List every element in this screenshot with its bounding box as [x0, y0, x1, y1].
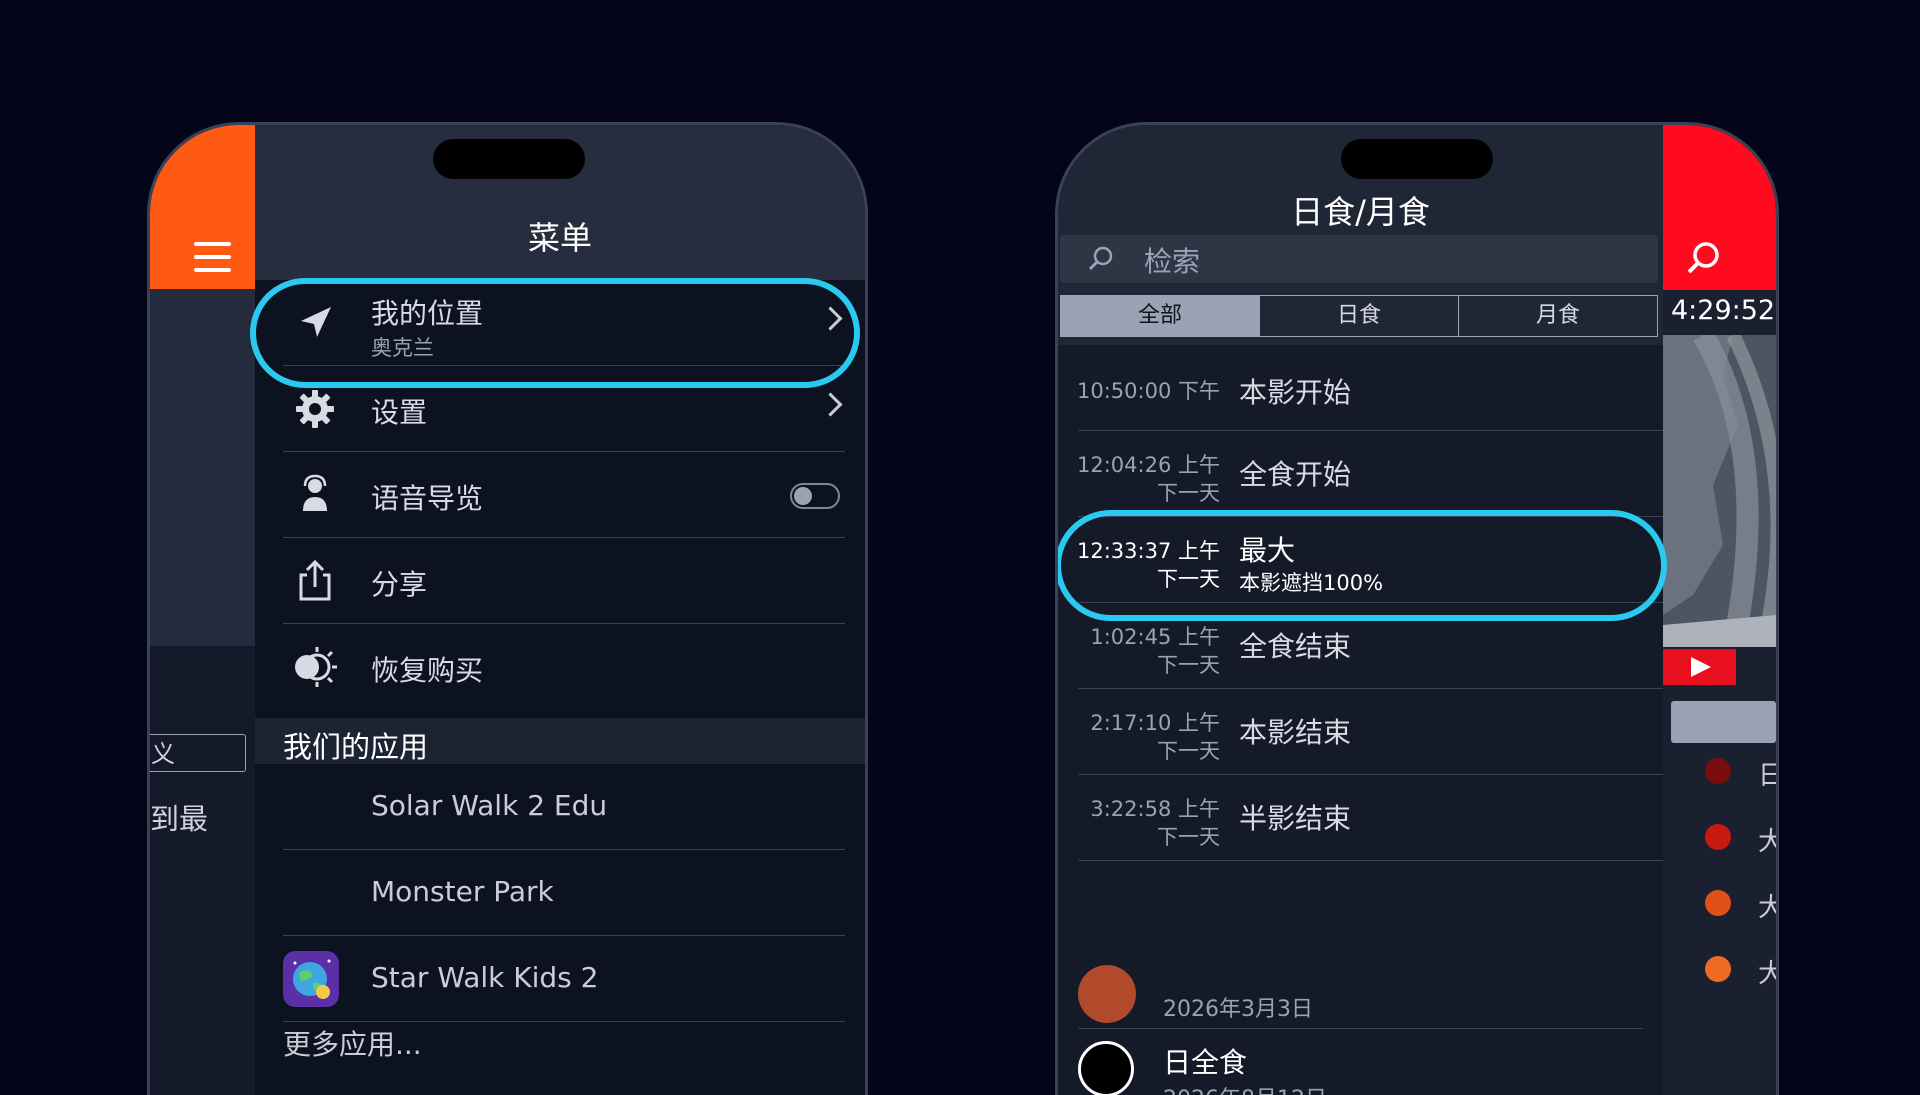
search-icon[interactable]: [1685, 240, 1721, 276]
menu-item-restore-purchases[interactable]: 恢复购买: [255, 624, 865, 710]
app-item-star-walk-kids[interactable]: Star Walk Kids 2: [255, 936, 865, 1022]
search-bar[interactable]: 检索: [1060, 235, 1658, 283]
event-day: 下一天: [1157, 739, 1220, 763]
eclipse-list-below: 2026年3月3日 日全食 2026年8月12日: [1058, 965, 1663, 1095]
event-name: 全食开始: [1239, 458, 1352, 491]
search-placeholder: 检索: [1144, 245, 1201, 278]
side-panel-lower: [150, 646, 255, 1095]
legend-dot: [1705, 758, 1731, 784]
menu-title: 菜单: [527, 219, 592, 257]
dynamic-island: [1341, 139, 1493, 179]
page-title: 日食/月食: [1291, 193, 1430, 231]
legend-label: 日: [1758, 755, 1776, 792]
app-item-monster-park[interactable]: Monster Park: [255, 850, 865, 936]
event-day: 下一天: [1157, 825, 1220, 849]
legend-dot: [1705, 824, 1731, 850]
eclipse-name: 日全食: [1163, 1046, 1248, 1079]
menu-panel: 菜单 我的位置 奥克兰 设置 语音导览 分享 恢复购买 我们的应用 Solar …: [255, 125, 865, 1095]
restore-purchases-icon: [295, 647, 337, 687]
event-row[interactable]: 10:50:00 下午 本影开始: [1058, 345, 1663, 431]
event-day: 下一天: [1157, 653, 1220, 677]
legend-label: 大: [1758, 887, 1776, 924]
audio-guide-icon: [303, 474, 327, 511]
highlight-ring-my-location: [250, 278, 860, 388]
app-item-label: Star Walk Kids 2: [371, 961, 599, 994]
event-time: 2:17:10 上午: [1090, 711, 1220, 735]
menu-item-label: 设置: [371, 396, 428, 429]
eclipse-event-list: 10:50:00 下午 本影开始 12:04:26 上午 下一天 全食开始 12…: [1058, 345, 1663, 975]
highlight-ring-maximum: [1058, 510, 1667, 621]
gear-icon: [296, 390, 334, 428]
more-apps-link[interactable]: 更多应用...: [283, 1023, 422, 1063]
play-video-button[interactable]: [1663, 649, 1736, 685]
event-name: 全食结束: [1239, 630, 1352, 663]
apps-section-header: 我们的应用: [255, 718, 865, 764]
countdown-timer: 4:29:52: [1671, 295, 1776, 326]
event-name: 本影开始: [1239, 376, 1352, 409]
side-panel-header: [1663, 125, 1776, 290]
side-gray-button[interactable]: [1671, 701, 1776, 743]
event-time: 1:02:45 上午: [1090, 625, 1220, 649]
solar-eclipse-icon: [1078, 1041, 1134, 1095]
legend-dot: [1705, 956, 1731, 982]
phone-menu: 义 到最 菜单 我的位置 奥克兰 设置 语音导览 分享 恢复购买 我们的应用 S…: [147, 122, 868, 1095]
app-item-solar-walk[interactable]: Solar Walk 2 Edu: [255, 764, 865, 850]
search-icon: [1088, 246, 1113, 271]
menu-item-audio-guide[interactable]: 语音导览: [255, 452, 865, 538]
event-time: 3:22:58 上午: [1090, 797, 1220, 821]
side-text: 到最: [150, 802, 209, 836]
side-panel-header: [150, 125, 255, 289]
event-row[interactable]: 3:22:58 上午 下一天 半影结束: [1058, 775, 1663, 861]
star-walk-kids-app-icon: [283, 951, 339, 1007]
app-item-label: Solar Walk 2 Edu: [371, 789, 608, 822]
share-icon: [299, 559, 331, 601]
phone-eclipse: 日食/月食 检索 全部 日食 月食 10:50:00 下午 本影开始 12:04…: [1055, 122, 1779, 1095]
side-panel: 义 到最: [150, 125, 255, 1095]
event-row[interactable]: 12:04:26 上午 下一天 全食开始: [1058, 431, 1663, 517]
event-name: 半影结束: [1239, 802, 1352, 835]
tab-lunar[interactable]: 月食: [1459, 296, 1657, 336]
event-time: 10:50:00 下午: [1077, 379, 1220, 403]
event-day: 下一天: [1157, 481, 1220, 505]
tab-solar[interactable]: 日食: [1260, 296, 1459, 336]
legend-label: 大: [1758, 953, 1776, 990]
event-row[interactable]: 2:17:10 上午 下一天 本影结束: [1058, 689, 1663, 775]
menu-item-label: 恢复购买: [371, 654, 484, 687]
chevron-right-icon: [818, 392, 843, 417]
menu-item-share[interactable]: 分享: [255, 538, 865, 624]
lunar-eclipse-icon: [1078, 965, 1136, 1023]
apps-section-title: 我们的应用: [283, 730, 429, 764]
menu-item-label: 分享: [371, 568, 428, 601]
menu-item-label: 语音导览: [371, 482, 484, 515]
app-item-label: Monster Park: [371, 875, 554, 908]
legend-label: 大: [1758, 821, 1776, 858]
side-input-field[interactable]: 义: [150, 734, 246, 772]
hamburger-menu-icon[interactable]: [194, 242, 231, 273]
eclipse-map: [1663, 335, 1776, 647]
dynamic-island: [433, 139, 585, 179]
event-name: 本影结束: [1239, 716, 1352, 749]
side-panel: 4:29:52 日 大 大 大: [1663, 125, 1776, 1095]
eclipse-date: 2026年8月12日: [1163, 1081, 1327, 1095]
eclipse-date: 2026年3月3日: [1163, 997, 1313, 1022]
audio-guide-toggle[interactable]: [790, 483, 840, 509]
legend-dot: [1705, 890, 1731, 916]
filter-tabs: 全部 日食 月食: [1060, 295, 1658, 337]
tab-all[interactable]: 全部: [1061, 296, 1260, 336]
event-time: 12:04:26 上午: [1077, 453, 1220, 477]
